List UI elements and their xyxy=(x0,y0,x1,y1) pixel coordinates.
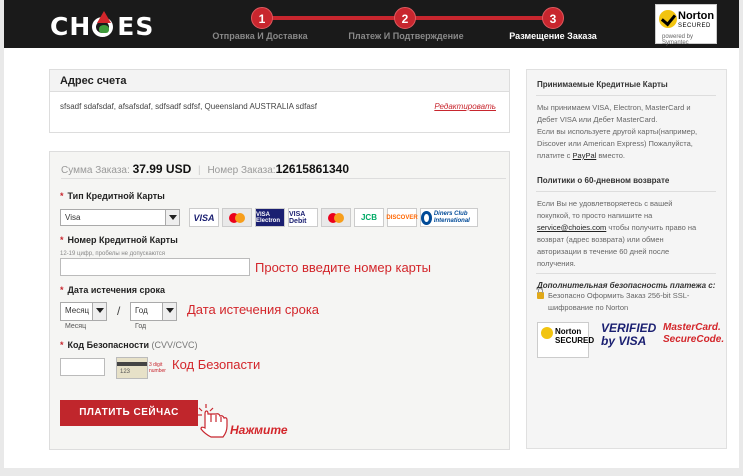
billing-address-text: sfsadf sdafsdaf, afsafsdaf, sdfsadf sdfs… xyxy=(60,102,318,111)
cvv-annotation: Код Безопасти xyxy=(172,357,261,372)
step-3-label: Размещение Заказа xyxy=(509,31,597,41)
payment-security-title: Дополнительная безопасность платежа с: xyxy=(537,281,716,290)
total-value: 37.99 USD xyxy=(132,162,192,176)
cvv-input[interactable] xyxy=(60,358,105,376)
return-policy-title: Политики о 60-дневном возврате xyxy=(537,176,670,185)
click-annotation: Нажмите xyxy=(230,423,288,437)
verified-by-visa-seal: VERIFIED by VISA xyxy=(601,321,657,348)
sidebar-divider xyxy=(536,95,716,96)
cvv-card-icon xyxy=(116,357,148,379)
step-2-label: Платеж И Подтверждение xyxy=(348,31,464,41)
accepted-cards-row: VISA VISA Electron VISA Debit JCB DISCOV… xyxy=(189,208,481,228)
return-policy-text: Если Вы не удовлетворяетесь с вашей поку… xyxy=(537,199,697,268)
expiry-label: * Дата истечения срока xyxy=(60,285,166,295)
card-type-label: * Тип Кредитной Карты xyxy=(60,191,165,201)
summary-divider-line xyxy=(61,178,506,179)
expiry-slash: / xyxy=(117,304,121,318)
step-1-circle: 1 xyxy=(251,7,273,29)
norton-check-icon xyxy=(659,10,677,28)
card-type-select[interactable]: Visa xyxy=(60,209,180,226)
payment-security-text: Безопасно Оформить Заказ 256-bit SSL-шиф… xyxy=(548,291,690,312)
edit-address-link[interactable]: Редактировать xyxy=(434,102,496,111)
pointing-hand-icon xyxy=(198,404,228,438)
accepted-cards-title: Принимаемые Кредитные Карты xyxy=(537,80,668,89)
billing-address-title: Адрес счета xyxy=(50,70,509,92)
card-number-input[interactable] xyxy=(60,258,250,276)
christmas-hat-icon xyxy=(92,11,116,37)
order-number-value: 12615861340 xyxy=(275,162,349,176)
expiry-month-select[interactable]: Месяц xyxy=(60,302,107,321)
paypal-link[interactable]: PayPal xyxy=(573,151,597,160)
visa-card-icon: VISA xyxy=(189,208,219,227)
service-email-link[interactable]: service@choies.com xyxy=(537,223,606,232)
card-number-annotation: Просто введите номер карты xyxy=(255,260,431,275)
order-summary: Сумма Заказа: 37.99 USD | Номер Заказа:1… xyxy=(61,162,349,176)
card-number-label: * Номер Кредитной Карты xyxy=(60,235,178,245)
norton-title: Norton xyxy=(678,10,715,22)
visa-electron-icon: VISA Electron xyxy=(255,208,285,227)
choies-logo[interactable]: CH ES xyxy=(50,11,154,41)
month-caption: Месяц xyxy=(65,323,87,330)
lock-icon xyxy=(537,288,544,299)
summary-divider: | xyxy=(198,165,201,176)
visa-debit-icon: VISA Debit xyxy=(288,208,318,227)
expiry-annotation: Дата истечения срока xyxy=(187,302,320,317)
sidebar-divider xyxy=(536,191,716,192)
cvv-note: 3 digit number xyxy=(149,362,166,374)
norton-secured-seal: Norton SECURED xyxy=(537,322,594,358)
cvv-label: * Код Безопасности (CVV/CVC) xyxy=(60,340,198,350)
step-1-label: Отправка И Доставка xyxy=(212,31,308,41)
chevron-down-icon xyxy=(162,303,176,320)
expiry-year-select[interactable]: Год xyxy=(130,302,177,321)
norton-secured-badge: Norton SECURED powered by Symantec xyxy=(655,4,717,46)
mastercard-securecode-seal: MasterCard. SecureCode. xyxy=(663,322,725,345)
diners-club-icon: Diners Club International xyxy=(420,208,478,227)
mastercard-icon xyxy=(222,208,252,227)
step-2-circle: 2 xyxy=(394,7,416,29)
accepted-cards-text: Мы принимаем VISA, Electron, MasterCard … xyxy=(537,103,698,160)
pay-now-button[interactable]: ПЛАТИТЬ СЕЙЧАС xyxy=(60,400,198,426)
card-number-hint: 12-19 цифр, пробелы не допускаются xyxy=(60,251,166,257)
mastercard-debit-icon xyxy=(321,208,351,227)
step-3-circle: 3 xyxy=(542,7,564,29)
billing-address-box: Адрес счета sfsadf sdafsdaf, afsafsdaf, … xyxy=(49,69,510,133)
total-label: Сумма Заказа: xyxy=(61,165,130,176)
norton-powered: powered by Symantec xyxy=(662,34,694,46)
jcb-card-icon: JCB xyxy=(354,208,384,227)
chevron-down-icon xyxy=(165,210,179,225)
sidebar-divider xyxy=(536,273,716,274)
year-caption: Год xyxy=(135,323,147,330)
norton-sub: SECURED xyxy=(678,23,711,29)
discover-card-icon: DISCOVER xyxy=(386,208,418,227)
order-number-label: Номер Заказа: xyxy=(207,165,276,176)
header-bar: CH ES 1 2 3 Отправка И Доставка Платеж И … xyxy=(4,0,739,48)
chevron-down-icon xyxy=(92,303,106,320)
